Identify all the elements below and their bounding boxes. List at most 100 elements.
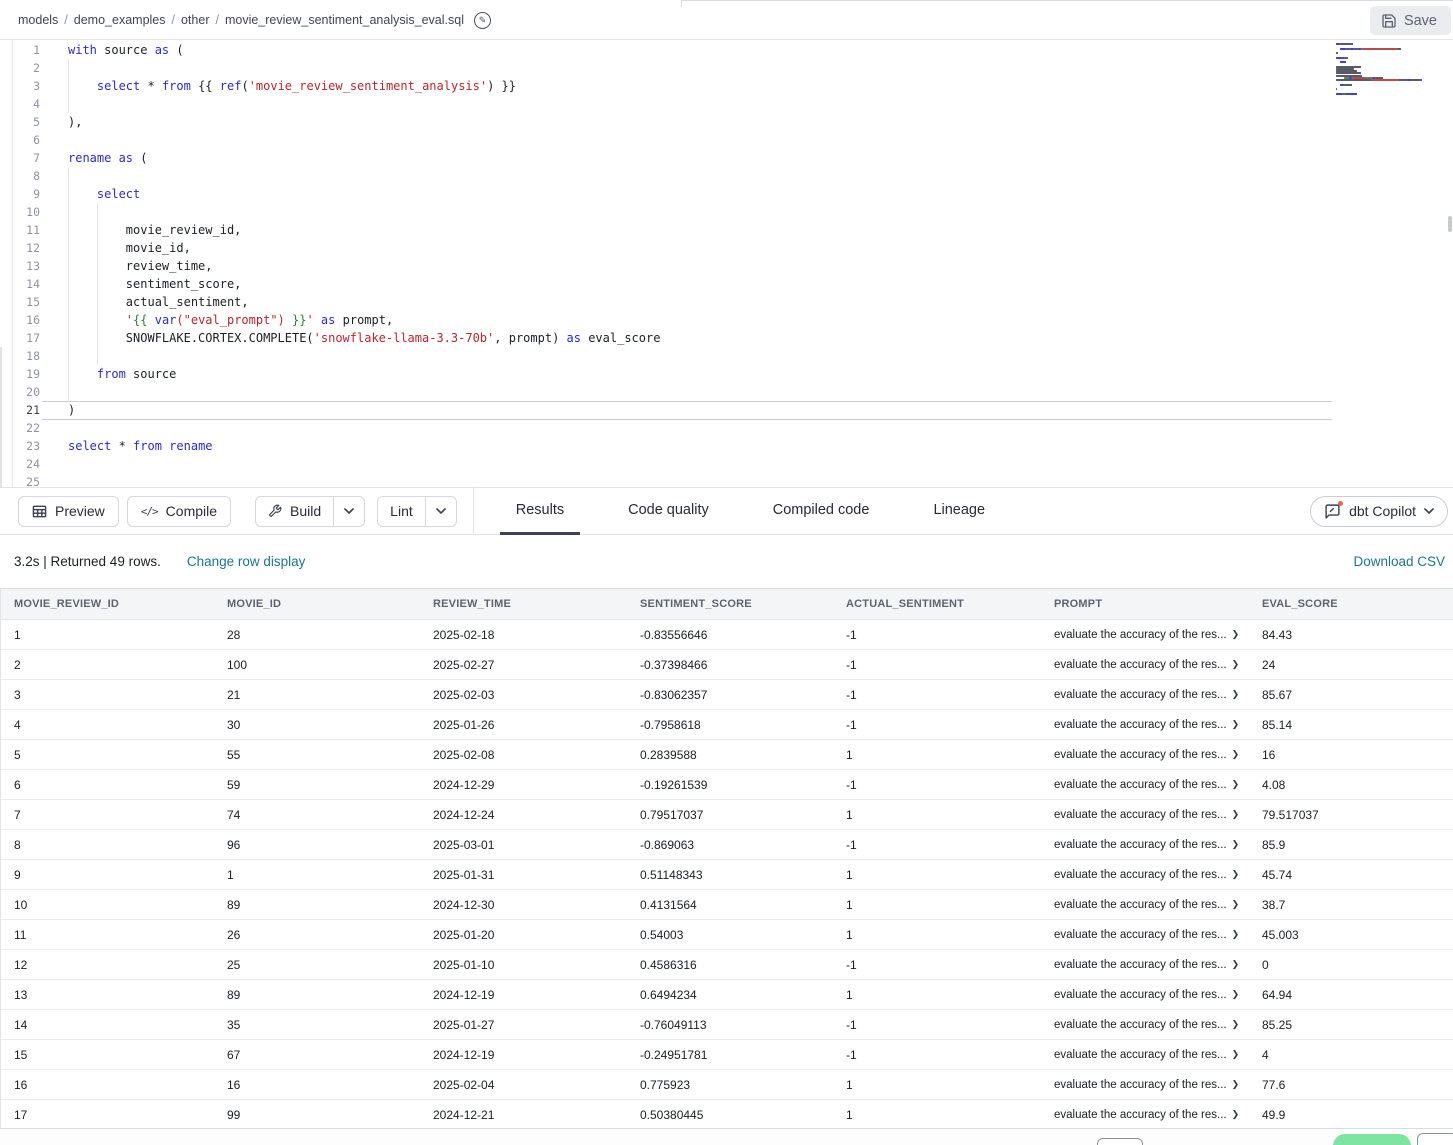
chevron-right-icon[interactable]: ❯ — [1232, 750, 1240, 759]
tab-compiled-code[interactable]: Compiled code — [757, 487, 886, 535]
code-line[interactable]: with source as ( — [68, 41, 184, 59]
code-line[interactable]: sentiment_score, — [68, 275, 241, 293]
line-number[interactable]: 15 — [12, 293, 40, 311]
line-number[interactable]: 16 — [12, 311, 40, 329]
line-number[interactable]: 17 — [12, 329, 40, 347]
code-line[interactable]: movie_review_id, — [68, 221, 241, 239]
code-line[interactable]: select * from rename — [68, 437, 213, 455]
code-line[interactable]: actual_sentiment, — [68, 293, 249, 311]
breadcrumb-item[interactable]: models — [18, 13, 58, 27]
lint-dropdown-button[interactable] — [425, 497, 456, 526]
chevron-right-icon[interactable]: ❯ — [1232, 810, 1240, 819]
tab-lineage[interactable]: Lineage — [917, 487, 1001, 535]
cell-movie_review_id: 2 — [14, 658, 227, 672]
editor-minimap[interactable] — [1336, 43, 1450, 95]
line-number[interactable]: 2 — [12, 59, 40, 77]
line-number[interactable]: 5 — [12, 113, 40, 131]
prompt-preview-text: evaluate the accuracy of the res... — [1054, 989, 1227, 1001]
cell-actual_sentiment: -1 — [846, 778, 1054, 792]
line-number[interactable]: 12 — [12, 239, 40, 257]
preview-button-label: Preview — [55, 503, 105, 519]
table-row: 17992024-12-210.503804451evaluate the ac… — [1, 1100, 1453, 1128]
code-line[interactable]: ) — [68, 401, 75, 419]
column-header-review_time[interactable]: REVIEW_TIME — [433, 598, 640, 610]
line-number[interactable]: 25 — [12, 473, 40, 487]
line-number[interactable]: 4 — [12, 95, 40, 113]
chevron-right-icon[interactable]: ❯ — [1232, 840, 1240, 849]
line-number[interactable]: 3 — [12, 77, 40, 95]
line-number[interactable]: 20 — [12, 383, 40, 401]
preview-button[interactable]: Preview — [18, 496, 119, 527]
breadcrumb-item[interactable]: other — [181, 13, 210, 27]
cell-eval_score: 38.7 — [1262, 898, 1453, 912]
download-csv-link[interactable]: Download CSV — [1353, 554, 1445, 569]
line-number[interactable]: 8 — [12, 167, 40, 185]
column-header-prompt[interactable]: PROMPT — [1054, 598, 1262, 610]
code-line[interactable]: rename as ( — [68, 149, 148, 167]
column-header-sentiment_score[interactable]: SENTIMENT_SCORE — [640, 598, 846, 610]
code-line[interactable]: from source — [68, 365, 176, 383]
cell-eval_score: 45.003 — [1262, 928, 1453, 942]
line-number[interactable]: 9 — [12, 185, 40, 203]
breadcrumb-item[interactable]: movie_review_sentiment_analysis_eval.sql — [225, 13, 464, 27]
tab-results[interactable]: Results — [500, 487, 580, 535]
cutoff-button[interactable] — [1417, 1133, 1453, 1145]
code-line[interactable]: select * from {{ ref('movie_review_senti… — [68, 77, 516, 95]
chevron-right-icon[interactable]: ❯ — [1232, 870, 1240, 879]
chevron-right-icon[interactable]: ❯ — [1232, 780, 1240, 789]
line-number[interactable]: 13 — [12, 257, 40, 275]
code-line[interactable]: select — [68, 185, 140, 203]
chevron-right-icon[interactable]: ❯ — [1232, 660, 1240, 669]
code-line[interactable]: SNOWFLAKE.CORTEX.COMPLETE('snowflake-lla… — [68, 329, 660, 347]
compile-button[interactable]: </> Compile — [127, 496, 231, 527]
change-row-display-link[interactable]: Change row display — [187, 554, 306, 569]
cutoff-button[interactable] — [1097, 1138, 1143, 1145]
build-dropdown-button[interactable] — [333, 497, 364, 526]
line-number[interactable]: 7 — [12, 149, 40, 167]
chevron-right-icon[interactable]: ❯ — [1232, 990, 1240, 999]
help-pill-button[interactable] — [1333, 1134, 1411, 1145]
save-button[interactable]: Save — [1370, 6, 1451, 35]
column-header-eval_score[interactable]: EVAL_SCORE — [1262, 598, 1453, 610]
editor-scrollbar-thumb[interactable] — [1448, 216, 1452, 232]
build-button[interactable]: Build — [256, 497, 333, 526]
line-number[interactable]: 23 — [12, 437, 40, 455]
column-header-movie_id[interactable]: MOVIE_ID — [227, 598, 433, 610]
line-number[interactable]: 11 — [12, 221, 40, 239]
bottom-strip — [0, 1128, 1453, 1145]
breadcrumb-item[interactable]: demo_examples — [74, 13, 166, 27]
column-header-actual_sentiment[interactable]: ACTUAL_SENTIMENT — [846, 598, 1054, 610]
chevron-right-icon[interactable]: ❯ — [1232, 630, 1240, 639]
line-number[interactable]: 19 — [12, 365, 40, 383]
line-number[interactable]: 10 — [12, 203, 40, 221]
chevron-right-icon[interactable]: ❯ — [1232, 930, 1240, 939]
chevron-right-icon[interactable]: ❯ — [1232, 690, 1240, 699]
code-line[interactable]: movie_id, — [68, 239, 191, 257]
chevron-right-icon[interactable]: ❯ — [1232, 900, 1240, 909]
cell-movie_id: 26 — [227, 928, 433, 942]
code-line[interactable]: ), — [68, 113, 82, 131]
line-number[interactable]: 21 — [12, 401, 40, 419]
chevron-right-icon[interactable]: ❯ — [1232, 720, 1240, 729]
chevron-right-icon[interactable]: ❯ — [1232, 1110, 1240, 1119]
code-line[interactable]: '{{ var("eval_prompt") }}' as prompt, — [68, 311, 393, 329]
cell-actual_sentiment: -1 — [846, 838, 1054, 852]
chevron-right-icon[interactable]: ❯ — [1232, 960, 1240, 969]
cell-movie_review_id: 17 — [14, 1108, 227, 1122]
line-number[interactable]: 22 — [12, 419, 40, 437]
code-line[interactable]: review_time, — [68, 257, 213, 275]
tab-code-quality[interactable]: Code quality — [612, 487, 725, 535]
lint-button[interactable]: Lint — [378, 497, 425, 526]
chevron-right-icon[interactable]: ❯ — [1232, 1080, 1240, 1089]
line-number[interactable]: 14 — [12, 275, 40, 293]
sql-code-editor[interactable]: 1 with source as ( 23 select * from {{ ref… — [0, 40, 1453, 487]
chevron-right-icon[interactable]: ❯ — [1232, 1050, 1240, 1059]
line-number[interactable]: 1 — [12, 41, 40, 59]
dbt-copilot-button[interactable]: dbt Copilot — [1310, 496, 1448, 527]
table-row: 3212025-02-03-0.83062357-1evaluate the a… — [1, 680, 1453, 710]
chevron-right-icon[interactable]: ❯ — [1232, 1020, 1240, 1029]
line-number[interactable]: 24 — [12, 455, 40, 473]
line-number[interactable]: 18 — [12, 347, 40, 365]
line-number[interactable]: 6 — [12, 131, 40, 149]
column-header-movie_review_id[interactable]: MOVIE_REVIEW_ID — [14, 598, 227, 610]
